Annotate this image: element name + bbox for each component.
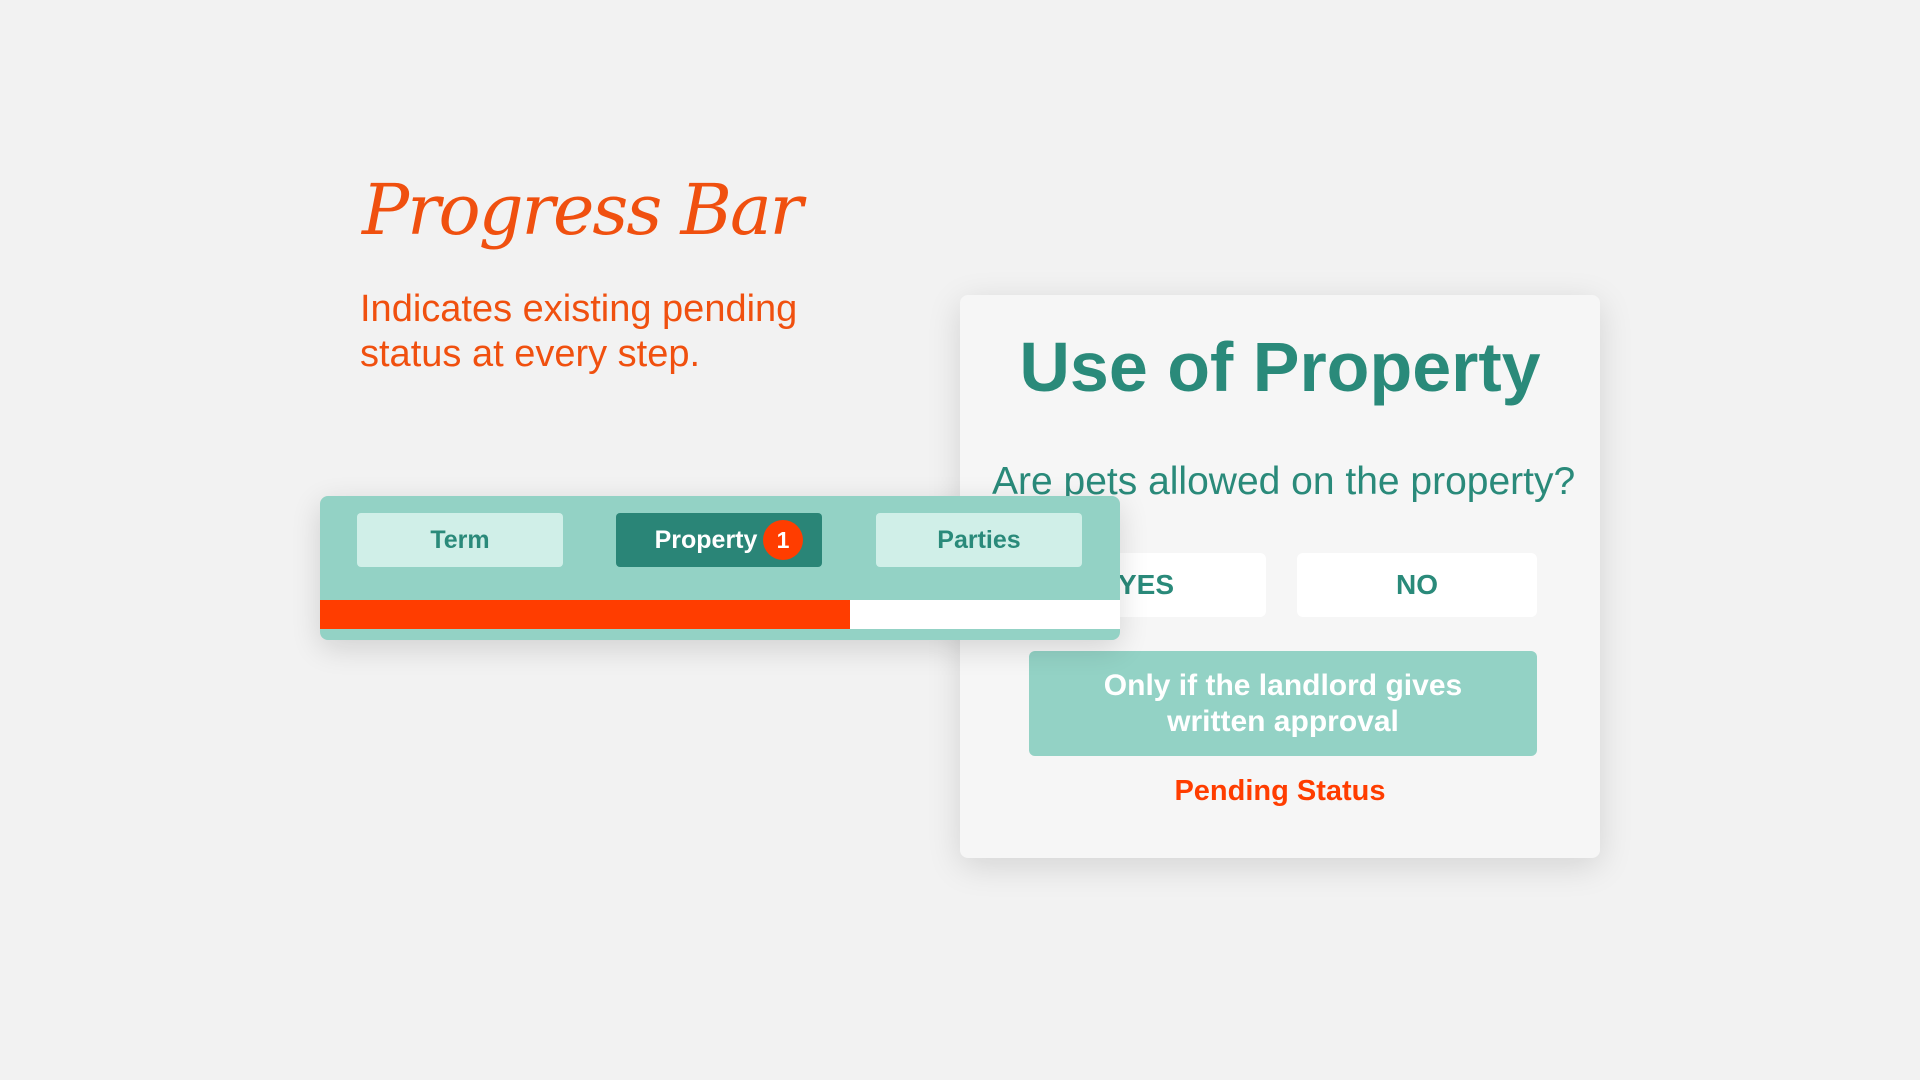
step-tab-parties[interactable]: Parties xyxy=(876,513,1082,567)
intro-description: Indicates existing pending status at eve… xyxy=(360,288,798,375)
progress-fill xyxy=(320,600,850,629)
no-button[interactable]: NO xyxy=(1297,553,1537,617)
pending-status-label: Pending Status xyxy=(1174,775,1386,807)
step-tab-term[interactable]: Term xyxy=(357,513,563,567)
progress-bar-widget: Term Property 1 Parties xyxy=(320,496,1120,640)
step-label: Parties xyxy=(937,525,1021,554)
landlord-approval-option[interactable]: Only if the landlord gives written appro… xyxy=(1029,651,1537,756)
intro-title: Progress Bar xyxy=(362,169,803,251)
step-label: Property xyxy=(654,525,758,554)
step-tab-property[interactable]: Property 1 xyxy=(616,513,822,567)
pending-count-badge: 1 xyxy=(763,520,803,560)
card-title: Use of Property xyxy=(1019,328,1541,406)
progress-track xyxy=(320,600,1120,629)
step-label: Term xyxy=(430,525,490,554)
